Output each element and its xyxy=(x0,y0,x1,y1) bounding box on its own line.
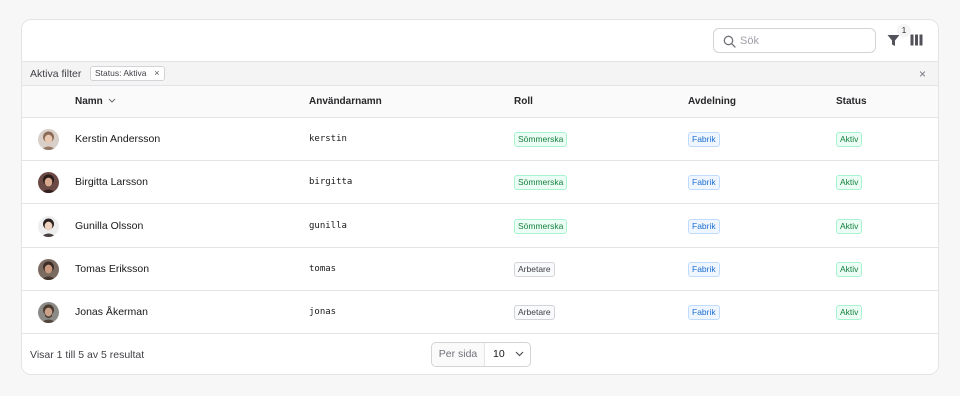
per-page-value: 10 xyxy=(493,348,505,360)
status-badge: Aktiv xyxy=(836,261,863,277)
table-row[interactable]: Kerstin Andersson kerstin Sömmerska Fabr… xyxy=(22,118,938,161)
user-name: Jonas Åkerman xyxy=(75,306,148,319)
column-header-role[interactable]: Roll xyxy=(514,96,533,107)
status-badge: Aktiv xyxy=(836,305,863,321)
role-badge: Arbetare xyxy=(514,305,555,321)
user-name: Gunilla Olsson xyxy=(75,219,144,232)
per-page-label: Per sida xyxy=(432,343,485,366)
role-badge: Sömmerska xyxy=(514,132,568,147)
table-toolbar: 1 xyxy=(22,20,938,61)
avatar xyxy=(38,302,59,324)
filter-icon xyxy=(887,34,899,46)
chevron-down-icon xyxy=(515,351,524,357)
active-filters-bar: Aktiva filter Status: Aktiva × × xyxy=(22,61,938,86)
search-box[interactable] xyxy=(713,28,876,53)
user-username: gunilla xyxy=(309,220,347,231)
status-badge: Aktiv xyxy=(836,132,863,147)
column-header-name-label: Namn xyxy=(75,96,103,107)
search-input[interactable] xyxy=(740,30,870,51)
user-name: Kerstin Andersson xyxy=(75,133,161,145)
avatar xyxy=(38,172,59,194)
columns-button[interactable] xyxy=(907,30,925,50)
department-badge: Fabrik xyxy=(688,175,720,191)
table-row[interactable]: Jonas Åkerman jonas Arbetare Fabrik Akti… xyxy=(22,291,938,335)
table-header: Namn Användarnamn Roll Avdelning Status xyxy=(22,86,938,118)
department-badge: Fabrik xyxy=(688,218,720,234)
role-badge: Sömmerska xyxy=(514,175,568,191)
user-name: Birgitta Larsson xyxy=(75,176,148,189)
chevron-down-icon xyxy=(108,98,116,103)
table-row[interactable]: Tomas Eriksson tomas Arbetare Fabrik Akt… xyxy=(22,248,938,291)
columns-icon xyxy=(910,34,922,46)
active-filters-label: Aktiva filter xyxy=(30,68,82,80)
table-footer: Visar 1 till 5 av 5 resultat Per sida 10 xyxy=(22,334,938,374)
filter-chip-status: Status: Aktiva × xyxy=(90,66,165,81)
department-badge: Fabrik xyxy=(688,132,720,147)
role-badge: Arbetare xyxy=(514,261,555,277)
search-icon xyxy=(723,35,736,48)
column-header-status[interactable]: Status xyxy=(836,96,867,107)
users-table-card: 1 Aktiva filter Status: Aktiva × × Namn … xyxy=(21,19,939,375)
role-badge: Sömmerska xyxy=(514,218,568,234)
user-username: kerstin xyxy=(309,134,347,144)
column-header-department[interactable]: Avdelning xyxy=(688,96,736,107)
department-badge: Fabrik xyxy=(688,305,720,321)
filter-chip-label: Status: Aktiva xyxy=(95,68,147,78)
status-badge: Aktiv xyxy=(836,175,863,191)
clear-filters-icon[interactable]: × xyxy=(919,67,926,81)
avatar xyxy=(38,215,59,237)
remove-filter-icon[interactable]: × xyxy=(154,67,159,80)
department-badge: Fabrik xyxy=(688,261,720,277)
table-row[interactable]: Gunilla Olsson gunilla Sömmerska Fabrik … xyxy=(22,205,938,248)
column-header-name[interactable]: Namn xyxy=(75,96,116,107)
user-username: birgitta xyxy=(309,177,353,188)
status-badge: Aktiv xyxy=(836,218,863,234)
avatar xyxy=(38,129,59,150)
user-name: Tomas Eriksson xyxy=(75,262,150,275)
user-username: jonas xyxy=(309,307,337,318)
avatar xyxy=(38,258,59,280)
per-page-select[interactable]: Per sida 10 xyxy=(431,342,531,367)
user-username: tomas xyxy=(309,263,337,274)
column-header-username[interactable]: Användarnamn xyxy=(309,96,382,107)
table-row[interactable]: Birgitta Larsson birgitta Sömmerska Fabr… xyxy=(22,161,938,205)
results-summary: Visar 1 till 5 av 5 resultat xyxy=(30,349,145,361)
